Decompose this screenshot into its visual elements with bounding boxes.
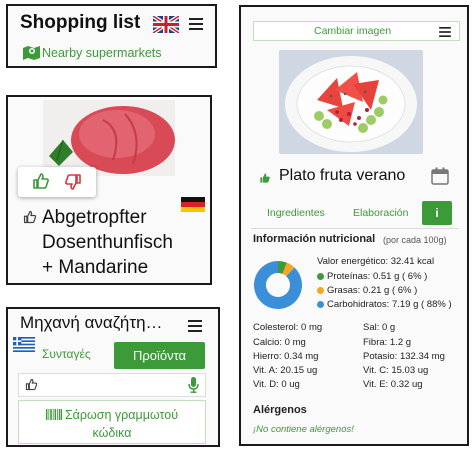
thumbs-up-icon[interactable] <box>32 172 50 195</box>
thumbs-down-icon[interactable] <box>64 173 82 196</box>
hamburger-menu-icon[interactable] <box>439 25 451 43</box>
scan-barcode-text: κώδικα <box>92 426 132 440</box>
change-image-label: Cambiar imagen <box>314 25 392 37</box>
micro-left: Calcio: 0 mg <box>253 337 306 348</box>
recipe-image <box>279 50 423 154</box>
micro-left: Vit. D: 0 ug <box>253 379 300 390</box>
scan-barcode-button[interactable]: Σάρωση γραμμωτού κώδικα <box>18 400 206 444</box>
product-panel: Abgetropfter Dosenthunfisch + Mandarine <box>6 95 212 285</box>
thumbs-up-icon[interactable] <box>259 171 271 189</box>
hamburger-menu-icon[interactable] <box>188 319 202 337</box>
product-name: Abgetropfter Dosenthunfisch + Mandarine <box>42 205 210 280</box>
scan-barcode-text: Σάρωση γραμμωτού <box>64 408 179 422</box>
microphone-icon[interactable] <box>188 377 199 398</box>
macro-label: Grasas: 0.21 g ( 6% ) <box>327 285 418 296</box>
allergens-value: ¡No contiene alérgenos! <box>253 424 354 435</box>
greece-flag-icon[interactable] <box>13 337 35 352</box>
thumbs-up-icon <box>25 378 38 396</box>
shopping-list-panel: Shopping list Nearby supermarkets <box>6 4 217 68</box>
tab-recipes[interactable]: Συνταγές <box>42 347 91 361</box>
map-pin-icon <box>23 45 40 65</box>
tab-products[interactable]: Προϊόντα <box>114 342 205 369</box>
macro-fat: Grasas: 0.21 g ( 6% ) <box>317 285 417 296</box>
recipe-name: Plato fruta verano <box>279 167 406 184</box>
search-engine-title: Μηχανή αναζήτη… <box>20 313 163 332</box>
calendar-icon[interactable] <box>431 167 449 190</box>
micro-left: Colesterol: 0 mg <box>253 322 323 333</box>
product-image <box>43 100 175 176</box>
scan-barcode-label: Σάρωση γραμμωτού <box>19 407 205 425</box>
protein-slice <box>277 261 287 274</box>
tab-elaboration[interactable]: Elaboración <box>353 207 408 219</box>
protein-legend-dot <box>317 272 324 280</box>
product-name-line: Dosenthunfisch <box>42 232 173 253</box>
search-engine-panel: Μηχανή αναζήτη… Συνταγές Προϊόντα Σάρωση… <box>6 307 220 447</box>
vote-popup <box>18 167 96 197</box>
micro-right: Vit. C: 15.03 ug <box>363 365 429 376</box>
micro-right: Sal: 0 g <box>363 322 396 333</box>
micro-left: Hierro: 0.34 mg <box>253 351 319 362</box>
product-name-line: + Mandarine <box>42 257 149 278</box>
macro-label: Carbohidratos: 7.19 g ( 88% ) <box>327 299 452 310</box>
macro-protein: Proteínas: 0.51 g ( 6% ) <box>317 271 427 282</box>
barcode-icon <box>45 408 62 425</box>
macro-donut-chart <box>254 261 302 309</box>
carbs-legend-dot <box>317 300 324 308</box>
nutrition-title: Información nutricional <box>253 233 376 245</box>
allergens-title: Alérgenos <box>253 404 307 416</box>
macro-label: Proteínas: 0.51 g ( 6% ) <box>327 271 428 282</box>
energy-value: Valor energético: 32.41 kcal <box>317 256 435 267</box>
carbs-slice <box>254 261 302 309</box>
divider <box>251 228 459 229</box>
recipe-detail-panel: Cambiar imagen Plato fruta verano Ingred… <box>239 5 469 446</box>
product-name-line: Abgetropfter <box>42 207 147 228</box>
uk-flag-icon[interactable] <box>151 14 181 35</box>
micro-left: Vit. A: 20.15 ug <box>253 365 318 376</box>
hamburger-menu-icon[interactable] <box>189 17 203 35</box>
fat-slice <box>282 262 295 277</box>
nearby-supermarkets-link[interactable]: Nearby supermarkets <box>42 46 162 60</box>
micro-right: Fibra: 1.2 g <box>363 337 412 348</box>
search-input[interactable] <box>18 373 206 397</box>
change-image-button[interactable]: Cambiar imagen <box>253 21 460 41</box>
thumbs-up-icon[interactable] <box>23 210 37 229</box>
tab-info[interactable]: i <box>422 201 452 225</box>
micro-right: Potasio: 132.34 mg <box>363 351 445 362</box>
shopping-list-title: Shopping list <box>20 12 141 33</box>
micro-right: Vit. E: 0.32 ug <box>363 379 423 390</box>
fat-legend-dot <box>317 286 324 294</box>
macro-carbs: Carbohidratos: 7.19 g ( 88% ) <box>317 299 452 310</box>
tab-ingredients[interactable]: Ingredientes <box>267 207 325 219</box>
nutrition-unit: (por cada 100g) <box>383 235 447 245</box>
